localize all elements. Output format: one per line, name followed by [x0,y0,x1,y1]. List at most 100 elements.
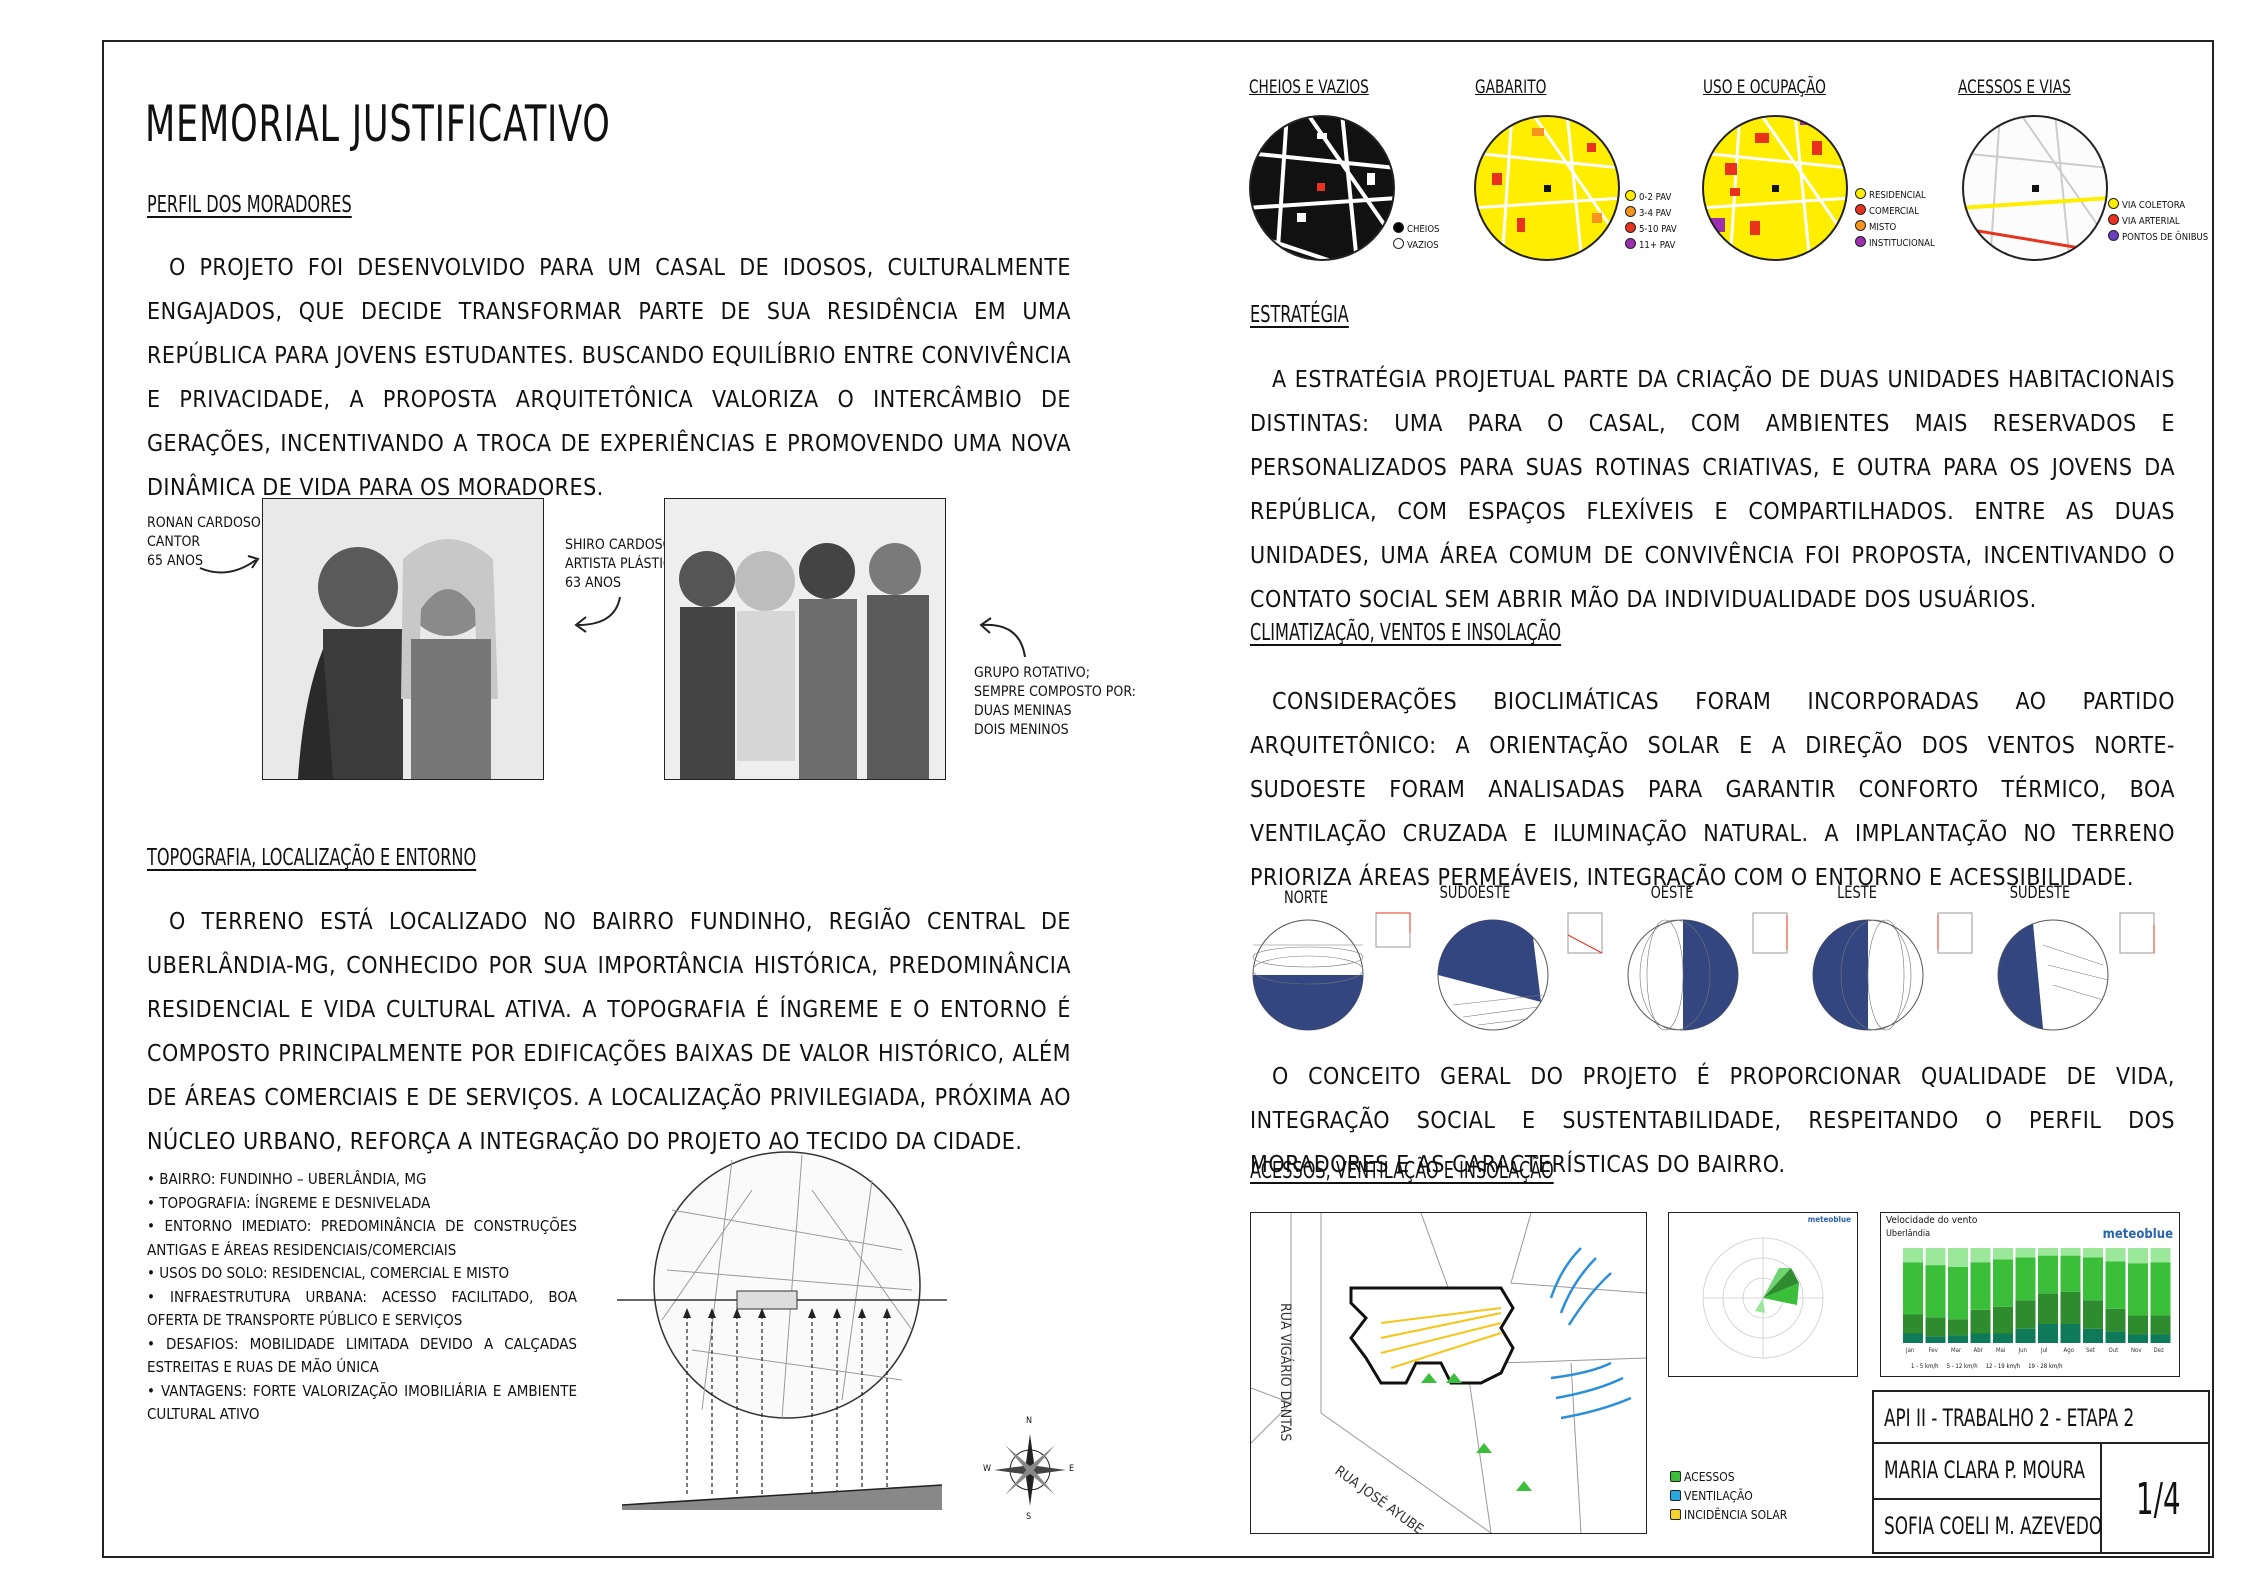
grupo-arrow [979,617,1026,658]
meteo-bar-segment [2105,1308,2126,1332]
meteo-bar-segment [2015,1328,2036,1343]
meteo-bar-segment [1925,1248,1946,1266]
meteo-bar-segment [2083,1328,2103,1343]
grupo-line-1: GRUPO ROTATIVO; [974,665,1090,681]
map-uso-ocupacao [1702,115,1848,261]
bullet-bairro: • Bairro: Fundinho – Uberlândia, MG [147,1170,427,1188]
map-title-gabarito: GABARITO [1475,76,1547,98]
meteo-bar-segment [1993,1306,2013,1334]
bullet-entorno: • Entorno imediato: Predominância de con… [147,1217,577,1259]
grupo-label: GRUPO ROTATIVO; SEMPRE COMPOSTO POR: DUA… [974,664,1136,740]
meteo-legend-1: 1 - 5 km/h [1911,1363,1939,1370]
meteo-bar-segment [1903,1314,1923,1334]
site-plan: RUA VIGÁRIO DANTAS RUA JOSÉ AYUBE [1250,1212,1647,1538]
title-block: API II - TRABALHO 2 - ETAPA 2 MARIA CLAR… [1872,1390,2210,1554]
map-title-uso: USO E OCUPAÇÃO [1703,76,1826,98]
perfil-text: O projeto foi desenvolvido para um casal… [147,255,1071,501]
map-cheios-vazios [1249,115,1395,261]
legend-acessos: VIA COLETORA VIA ARTERIAL PONTOS DE ÔNIB… [2108,198,2208,246]
meteo-bar-segment [2150,1334,2171,1343]
ronan-arrow [199,555,260,574]
meteo-bar-segment [1925,1265,1946,1318]
meteo-bar-segment [2060,1248,2081,1256]
clima-text: Considerações bioclimáticas foram incorp… [1250,689,2175,891]
legend-item: MISTO [1855,220,1935,236]
sun-label-sudeste: SUDESTE [2009,883,2071,903]
meteo-bar-segment [1970,1262,1991,1310]
meteo-bar-segment [2128,1315,2148,1335]
meteo-month-label: Ago [2064,1347,2075,1354]
meteo-month-label: Jan [1905,1347,1914,1354]
shiro-arrow [574,596,621,633]
legend-item: RESIDENCIAL [1855,188,1935,204]
compass-e: E [1069,1464,1075,1474]
meteo-bar-segment [1948,1267,1968,1320]
legend-item: 5-10 PAV [1625,222,1677,238]
students-illustration [664,498,946,780]
meteo-bar-segment [2060,1255,2081,1292]
legend-item: ACESSOS [1670,1468,1787,1487]
map-acessos-vias [1962,115,2108,261]
meteo-month-label: Set [2086,1347,2095,1354]
section-topo-heading: TOPOGRAFIA, LOCALIZAÇÃO E ENTORNO [147,845,477,871]
ronan-name: RONAN CARDOSO [147,515,261,531]
grupo-line-3: DUAS MENINAS [974,703,1072,719]
meteo-legend-4: 19 - 28 km/h [2028,1363,2063,1370]
sun-diagram-leste [1812,919,1924,1031]
sun-label-oeste: OESTE [1650,883,1694,903]
compass-w: W [983,1464,992,1474]
section-perfil-heading: PERFIL DOS MORADORES [147,192,352,218]
legend-item: VAZIOS [1393,238,1439,254]
wind-speed-chart: Velocidade do vento Uberlândia meteoblue… [1880,1212,2180,1377]
legend-item: VIA ARTERIAL [2108,214,2208,230]
meteo-bar-segment [2015,1257,2036,1301]
map-title-cheios: CHEIOS E VAZIOS [1249,76,1369,98]
meteo-bar-segment [2128,1248,2148,1264]
legend-item: 0-2 PAV [1625,190,1677,206]
bullet-desafios: • Desafios: Mobilidade limitada devido a… [147,1334,577,1377]
meteo-bar-segment [1903,1333,1923,1343]
meteo-bar-segment [2150,1248,2171,1263]
legend-item: COMERCIAL [1855,204,1935,220]
meteo-bar-segment [1993,1248,2013,1260]
meteo-bar-segment [2083,1300,2103,1329]
wind-rose-brand: meteoblue [1807,1215,1851,1224]
meteo-bar-segment [2105,1261,2126,1309]
meteo-bar-segment [2015,1300,2036,1329]
title-block-author-1: MARIA CLARA P. MOURA [1884,1456,2085,1484]
meteo-bar-segment [2083,1257,2103,1301]
legend-item: INCIDÊNCIA SOLAR [1670,1506,1787,1525]
couple-illustration [262,498,544,780]
meteo-bar-segment [1993,1259,2013,1307]
legend-item: VENTILAÇÃO [1670,1487,1787,1506]
page-title: MEMORIAL JUSTIFICATIVO [145,95,611,153]
sun-label-sudoeste: SUDOESTE [1439,883,1511,903]
meteo-bar-segment [1948,1248,1968,1267]
legend-item: VIA COLETORA [2108,198,2208,214]
meteo-bar-segment [2083,1248,2103,1258]
meteo-month-label: Nov [2131,1347,2142,1354]
sun-diagram-sudoeste [1437,919,1549,1031]
meteo-bar-segment [2060,1291,2081,1324]
meteo-bar-segment [2150,1262,2171,1316]
meteo-bar-segment [1993,1333,2013,1343]
section-clima-heading: CLIMATIZAÇÃO, VENTOS E INSOLAÇÃO [1250,620,1562,646]
meteo-bar-segment [2038,1324,2058,1343]
meteo-legend-3: 12 - 19 km/h [1985,1363,2021,1370]
title-block-course: API II - TRABALHO 2 - ETAPA 2 [1884,1404,2135,1432]
compass-n: N [1026,1416,1033,1426]
map-gabarito [1474,115,1620,261]
meteo-bar-segment [1970,1333,1991,1343]
sun-diagrams [1252,912,2155,1031]
legend-uso: RESIDENCIAL COMERCIAL MISTO INSTITUCIONA… [1855,188,1935,252]
sun-diagram-norte [1252,919,1364,1031]
map-title-acessos: ACESSOS E VIAS [1958,76,2071,98]
meteo-month-label: Fev [1929,1347,1939,1354]
bullet-topografia: • Topografia: Íngreme e desnivelada [147,1193,431,1212]
meteo-month-label: Mar [1951,1347,1962,1354]
legend-item: CHEIOS [1393,222,1439,238]
sun-diagram-sudeste [1997,919,2109,1031]
bullet-vantagens: • Vantagens: Forte valorização imobiliár… [147,1381,577,1424]
sun-label-leste: LESTE [1837,883,1877,903]
legend-item: PONTOS DE ÔNIBUS [2108,230,2208,246]
